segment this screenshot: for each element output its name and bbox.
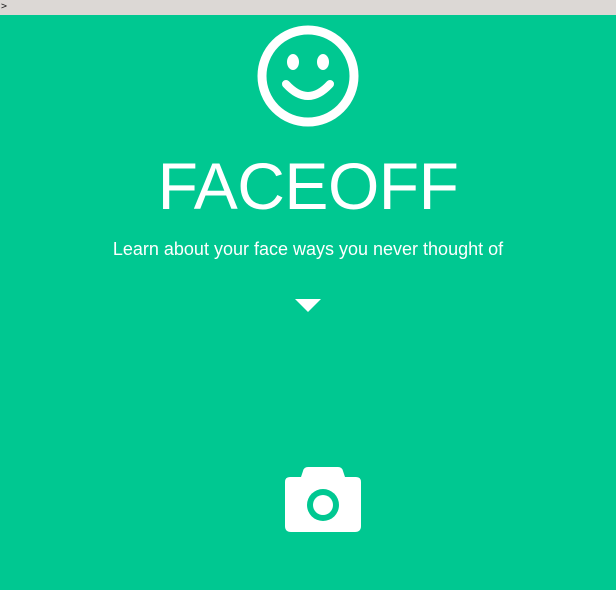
camera-icon[interactable] — [284, 463, 362, 533]
tagline: Learn about your face ways you never tho… — [112, 239, 504, 259]
prompt-text: > — [1, 1, 8, 12]
smiley-icon — [257, 25, 359, 127]
top-strip: > — [0, 0, 616, 15]
app-title: FACEOFF — [157, 149, 459, 223]
chevron-down-icon[interactable] — [294, 296, 322, 314]
